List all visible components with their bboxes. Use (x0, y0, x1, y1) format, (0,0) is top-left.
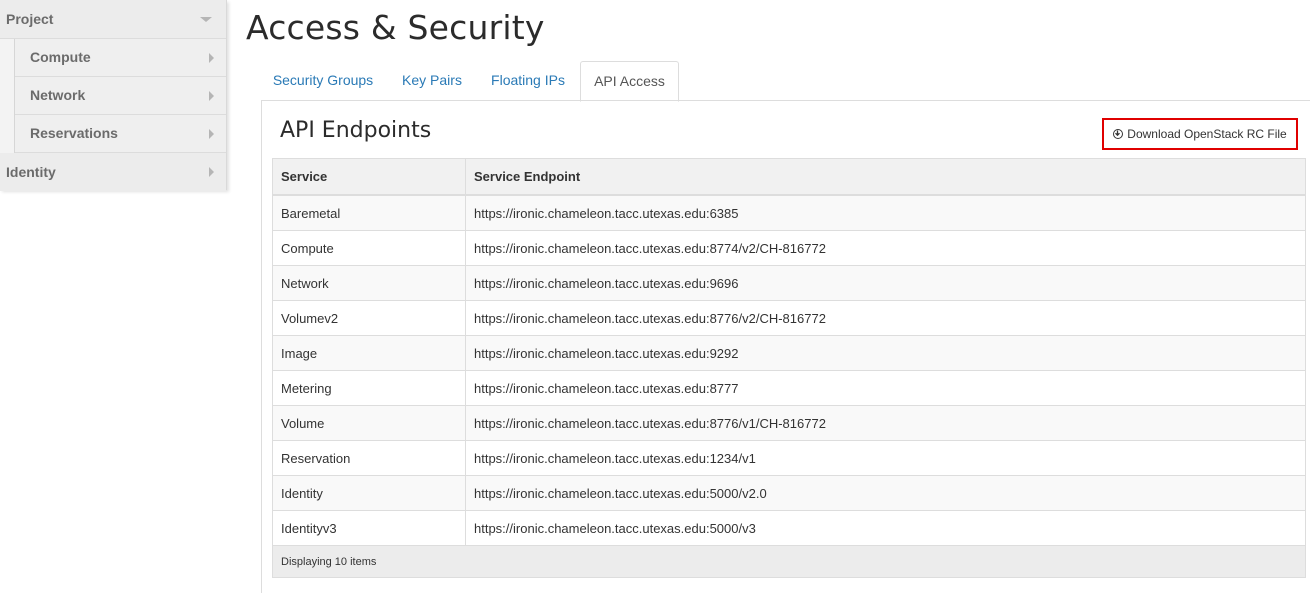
service-name-cell: Identity (272, 475, 466, 511)
table-row: Baremetal https://ironic.chameleon.tacc.… (272, 194, 1306, 231)
table-row: Image https://ironic.chameleon.tacc.utex… (272, 335, 1306, 371)
sidebar-item-reservations[interactable]: Reservations (15, 115, 226, 153)
service-endpoint-cell: https://ironic.chameleon.tacc.utexas.edu… (465, 405, 1306, 441)
service-name-cell: Compute (272, 230, 466, 266)
service-endpoint-cell: https://ironic.chameleon.tacc.utexas.edu… (465, 230, 1306, 266)
tab-security-groups[interactable]: Security Groups (261, 61, 385, 99)
table-row: Volume https://ironic.chameleon.tacc.ute… (272, 405, 1306, 441)
service-name-cell: Network (272, 265, 466, 301)
chevron-right-icon (209, 52, 214, 63)
service-name-cell: Volume (272, 405, 466, 441)
table-row: Reservation https://ironic.chameleon.tac… (272, 440, 1306, 476)
tab-bar: Security Groups Key Pairs Floating IPs A… (261, 61, 1310, 102)
download-rc-file-button[interactable]: Download OpenStack RC File (1102, 118, 1298, 150)
service-endpoint-cell: https://ironic.chameleon.tacc.utexas.edu… (465, 335, 1306, 371)
sidebar-group-project[interactable]: Project (0, 0, 226, 39)
tab-key-pairs[interactable]: Key Pairs (391, 61, 473, 99)
section-title: API Endpoints (280, 118, 432, 143)
service-endpoint-cell: https://ironic.chameleon.tacc.utexas.edu… (465, 194, 1306, 231)
sidebar-item-label: Network (30, 87, 86, 103)
download-button-label: Download OpenStack RC File (1127, 127, 1287, 141)
service-endpoint-cell: https://ironic.chameleon.tacc.utexas.edu… (465, 475, 1306, 511)
table-footer-row: Displaying 10 items (272, 545, 1306, 578)
service-name-cell: Baremetal (272, 194, 466, 231)
service-endpoint-cell: https://ironic.chameleon.tacc.utexas.edu… (465, 265, 1306, 301)
sidebar-item-compute[interactable]: Compute (15, 39, 226, 77)
chevron-right-icon (209, 90, 214, 101)
service-endpoint-cell: https://ironic.chameleon.tacc.utexas.edu… (465, 300, 1306, 336)
sidebar-group-label: Identity (6, 164, 56, 180)
column-header-service-endpoint[interactable]: Service Endpoint (465, 158, 1306, 196)
chevron-right-icon (209, 128, 214, 139)
service-name-cell: Volumev2 (272, 300, 466, 336)
sidebar-item-label: Reservations (30, 125, 118, 141)
chevron-right-icon (209, 167, 214, 177)
tab-floating-ips[interactable]: Floating IPs (481, 61, 575, 99)
sidebar-group-identity[interactable]: Identity (0, 153, 226, 191)
item-count-label: Displaying 10 items (272, 545, 1306, 578)
sidebar-item-network[interactable]: Network (15, 77, 226, 115)
service-name-cell: Image (272, 335, 466, 371)
api-endpoints-table: Service Service Endpoint Baremetal https… (272, 158, 1306, 578)
column-header-service[interactable]: Service (272, 158, 466, 196)
table-header-row: Service Service Endpoint (272, 158, 1306, 196)
tab-api-access[interactable]: API Access (580, 61, 679, 102)
page-title: Access & Security (246, 8, 545, 47)
table-row: Metering https://ironic.chameleon.tacc.u… (272, 370, 1306, 406)
table-row: Identity https://ironic.chameleon.tacc.u… (272, 475, 1306, 511)
sidebar-item-label: Compute (30, 49, 91, 65)
chevron-down-icon (200, 17, 212, 22)
service-name-cell: Reservation (272, 440, 466, 476)
sidebar-subnav: Compute Network Reservations (14, 39, 226, 153)
download-circle-icon (1113, 129, 1124, 139)
service-name-cell: Identityv3 (272, 510, 466, 546)
table-row: Network https://ironic.chameleon.tacc.ut… (272, 265, 1306, 301)
sidebar: Project Compute Network Reservations Ide… (0, 0, 227, 191)
table-row: Identityv3 https://ironic.chameleon.tacc… (272, 510, 1306, 546)
table-row: Compute https://ironic.chameleon.tacc.ut… (272, 230, 1306, 266)
service-endpoint-cell: https://ironic.chameleon.tacc.utexas.edu… (465, 370, 1306, 406)
sidebar-group-label: Project (6, 11, 54, 27)
service-endpoint-cell: https://ironic.chameleon.tacc.utexas.edu… (465, 440, 1306, 476)
service-endpoint-cell: https://ironic.chameleon.tacc.utexas.edu… (465, 510, 1306, 546)
service-name-cell: Metering (272, 370, 466, 406)
table-row: Volumev2 https://ironic.chameleon.tacc.u… (272, 300, 1306, 336)
